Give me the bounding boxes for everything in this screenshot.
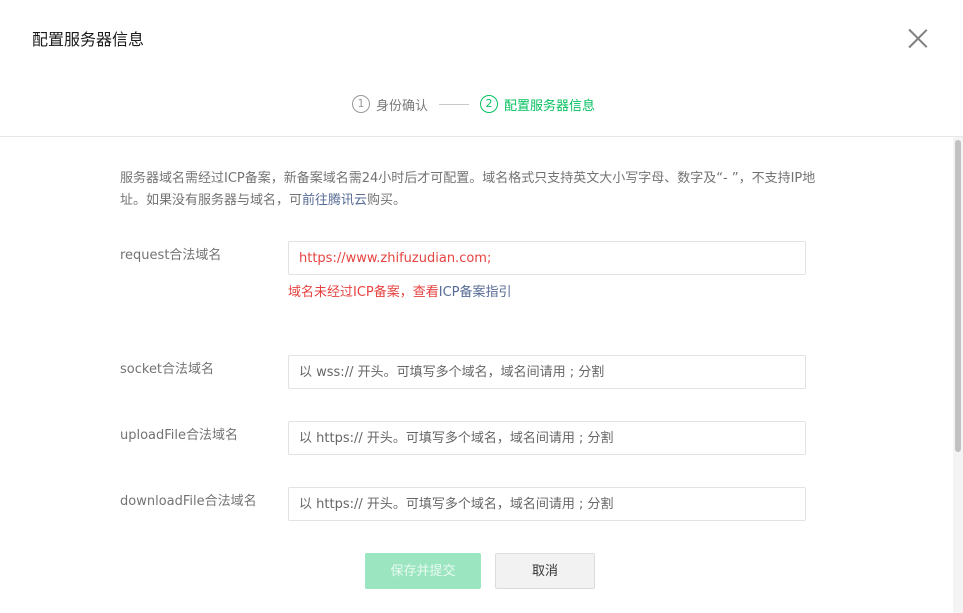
error-text: 域名未经过ICP备案，查看 bbox=[288, 285, 439, 300]
upload-domain-input[interactable] bbox=[288, 421, 806, 455]
upload-domain-label: uploadFile合法域名 bbox=[120, 428, 239, 443]
socket-domain-input[interactable] bbox=[288, 355, 806, 389]
step-label: 身份确认 bbox=[376, 98, 429, 114]
request-domain-input[interactable] bbox=[288, 241, 806, 275]
step-indicator: 1 身份确认 2 配置服务器信息 bbox=[352, 93, 595, 115]
cancel-button[interactable]: 取消 bbox=[495, 553, 595, 589]
scrollbar-thumb[interactable] bbox=[955, 140, 961, 452]
config-server-dialog: 配置服务器信息 1 身份确认 2 配置服务器信息 服务器域名需经过ICP备案，新… bbox=[0, 0, 963, 613]
tencent-cloud-link[interactable]: 前往腾讯云 bbox=[302, 193, 367, 208]
step-config-server: 2 配置服务器信息 bbox=[480, 95, 595, 114]
step-label: 配置服务器信息 bbox=[504, 98, 596, 114]
request-domain-label: request合法域名 bbox=[120, 248, 222, 263]
submit-button[interactable]: 保存并提交 bbox=[365, 553, 481, 589]
header-divider bbox=[0, 136, 963, 137]
step-number: 2 bbox=[480, 95, 499, 113]
step-identity: 1 身份确认 bbox=[352, 95, 428, 114]
notice-text: 服务器域名需经过ICP备案，新备案域名需24小时后才可配置。域名格式只支持英文大… bbox=[120, 171, 816, 208]
step-connector bbox=[439, 103, 470, 105]
notice-suffix: 购买。 bbox=[367, 193, 407, 208]
close-icon[interactable] bbox=[904, 24, 932, 52]
dialog-title: 配置服务器信息 bbox=[32, 30, 145, 49]
download-domain-label: downloadFile合法域名 bbox=[120, 494, 257, 509]
step-number: 1 bbox=[352, 95, 370, 113]
download-domain-input[interactable] bbox=[288, 487, 806, 521]
domain-notice: 服务器域名需经过ICP备案，新备案域名需24小时后才可配置。域名格式只支持英文大… bbox=[120, 168, 835, 212]
socket-domain-label: socket合法域名 bbox=[120, 362, 215, 377]
icp-guide-link[interactable]: ICP备案指引 bbox=[439, 285, 512, 300]
request-domain-error: 域名未经过ICP备案，查看ICP备案指引 bbox=[288, 282, 528, 304]
